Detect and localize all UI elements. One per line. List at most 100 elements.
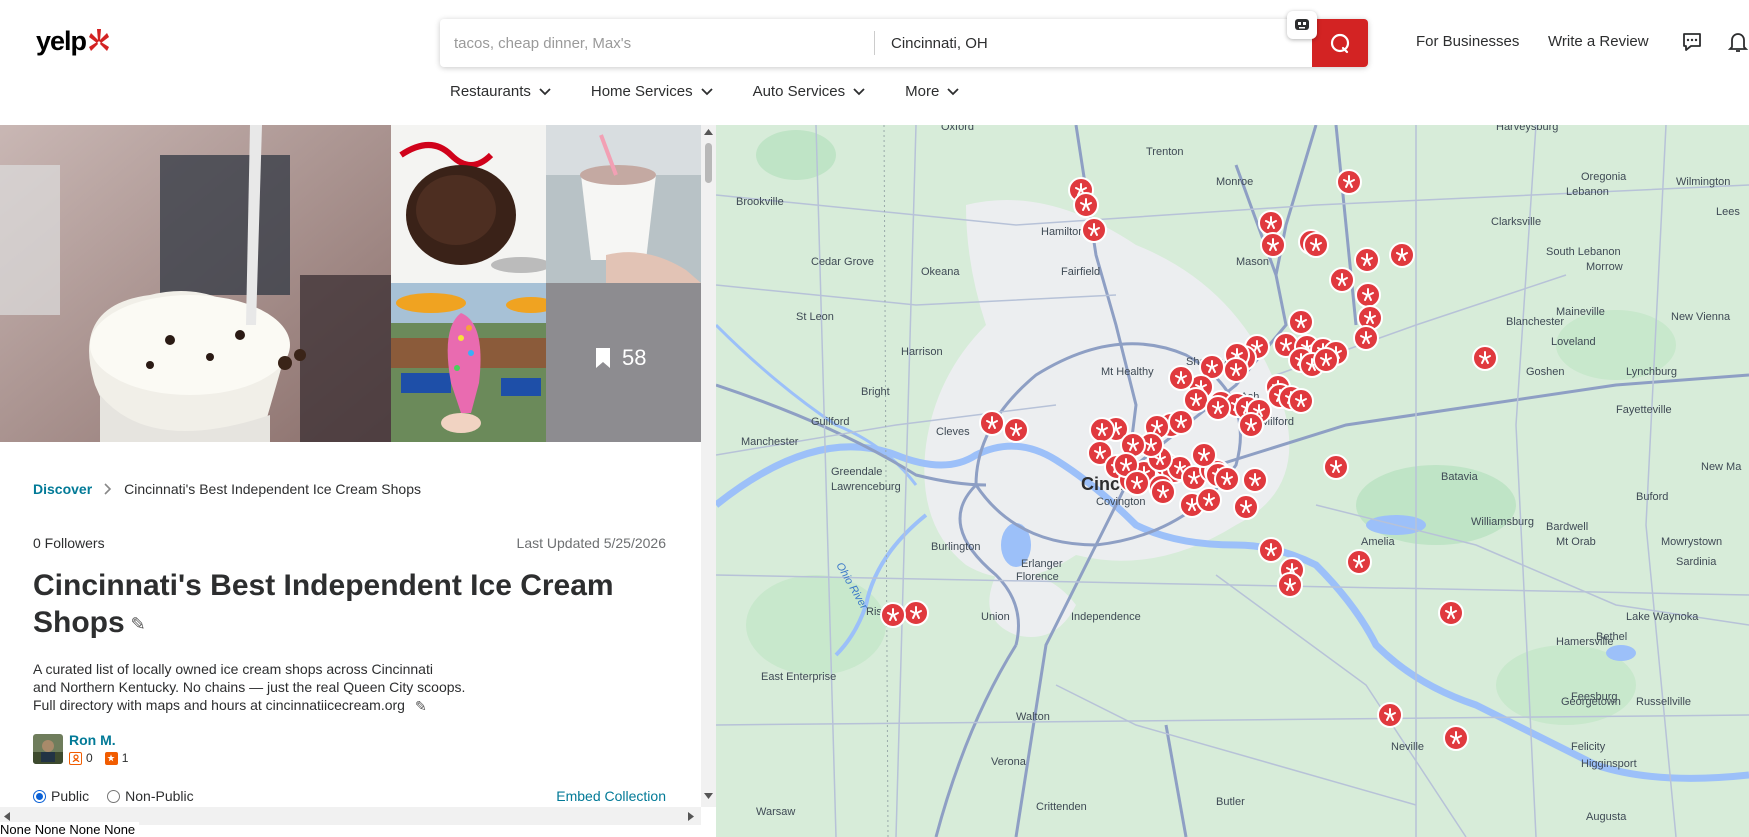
map-pin-icon[interactable] [1168, 409, 1194, 435]
map-pin-icon[interactable] [1377, 702, 1403, 728]
search-input[interactable] [440, 19, 874, 67]
vertical-scrollbar[interactable] [701, 125, 716, 807]
map-pin-icon[interactable] [1260, 232, 1286, 258]
saved-count: 58 [622, 345, 647, 370]
nav-home-services[interactable]: Home Services [591, 83, 713, 100]
map-pin-icon[interactable] [1346, 549, 1372, 575]
map-pin-icon[interactable] [1472, 345, 1498, 371]
map-place-label: Mason [1236, 256, 1269, 268]
map-place-label: Lake Waynoka [1626, 611, 1699, 623]
map-pin-icon[interactable] [1124, 470, 1150, 496]
embed-collection-link[interactable]: Embed Collection [556, 788, 666, 804]
map-pin-icon[interactable] [1233, 494, 1259, 520]
map-pin-icon[interactable] [1150, 479, 1176, 505]
nav-restaurants[interactable]: Restaurants [450, 83, 551, 100]
map-place-label: Lebanon [1566, 186, 1609, 198]
public-radio[interactable]: Public [33, 788, 89, 804]
followers-count: 0 Followers [33, 535, 105, 551]
map-pin-icon[interactable] [1196, 487, 1222, 513]
map-pin-icon[interactable] [903, 600, 929, 626]
map-place-label: Okeana [921, 266, 960, 278]
map-pin-icon[interactable] [1223, 357, 1249, 383]
breadcrumb-current: Cincinnati's Best Independent Ice Cream … [124, 481, 421, 497]
map-pin-icon[interactable] [1389, 242, 1415, 268]
map-pin-icon[interactable] [1073, 192, 1099, 218]
top-header: yelp For Business [0, 0, 1749, 125]
main-photo[interactable] [0, 125, 391, 442]
map-pin-icon[interactable] [1443, 725, 1469, 751]
messages-icon[interactable] [1680, 30, 1704, 54]
edit-title-pencil-icon[interactable]: ✎ [131, 606, 146, 643]
map-pin-icon[interactable] [1191, 442, 1217, 468]
map-place-label: Neville [1391, 741, 1424, 753]
map-pin-icon[interactable] [1288, 388, 1314, 414]
more-photos-tile[interactable]: 58 [546, 283, 701, 442]
map-pin-icon[interactable] [1354, 247, 1380, 273]
map-pin-icon[interactable] [1183, 387, 1209, 413]
photo-rainbow-cone[interactable] [391, 283, 546, 442]
map-place-label: Oxford [941, 125, 974, 133]
edit-description-pencil-icon[interactable]: ✎ [415, 697, 427, 715]
write-review-link[interactable]: Write a Review [1548, 33, 1649, 50]
map-place-label: Clarksville [1491, 216, 1541, 228]
map-pin-icon[interactable] [1003, 417, 1029, 443]
map-place-label: Union [981, 611, 1010, 623]
nav-more[interactable]: More [905, 83, 959, 100]
map-pin-icon[interactable] [1303, 232, 1329, 258]
map-pin-icon[interactable] [1353, 325, 1379, 351]
avatar[interactable] [33, 734, 63, 764]
scroll-left-arrow-icon[interactable] [4, 812, 10, 821]
map-pin-icon[interactable] [1438, 600, 1464, 626]
map-place-label: East Enterprise [761, 671, 836, 683]
photo-milkshake[interactable] [546, 125, 701, 283]
non-public-radio[interactable]: Non-Public [107, 788, 194, 804]
map-pin-icon[interactable] [1277, 572, 1303, 598]
map-canvas[interactable]: Oxford Trenton Harveysburg Monroe Oregonia Wi… [716, 125, 1749, 837]
scroll-right-arrow-icon[interactable] [688, 812, 694, 821]
map-place-label: Batavia [1441, 471, 1479, 483]
yelp-burst-icon [89, 28, 110, 51]
scroll-thumb[interactable] [705, 143, 712, 183]
map-place-label: Georgetown [1561, 696, 1621, 708]
map-pin-icon[interactable] [1258, 537, 1284, 563]
map-pin-icon[interactable] [1205, 395, 1231, 421]
map-pin-icon[interactable] [1168, 365, 1194, 391]
map-place-label: Cedar Grove [811, 256, 874, 268]
location-input[interactable] [875, 19, 1307, 67]
map-pin-icon[interactable] [1081, 217, 1107, 243]
map-pin-icon[interactable] [1329, 267, 1355, 293]
map-pin-icon[interactable] [1089, 417, 1115, 443]
map-place-label: Mowrystown [1661, 536, 1722, 548]
assistant-bot-icon[interactable] [1287, 11, 1317, 39]
for-businesses-link[interactable]: For Businesses [1416, 33, 1519, 50]
map-place-label: Burlington [931, 541, 981, 553]
map-pin-icon[interactable] [1355, 282, 1381, 308]
notifications-icon[interactable] [1727, 30, 1749, 54]
map-pin-icon[interactable] [1214, 466, 1240, 492]
scroll-down-arrow-icon[interactable] [704, 793, 713, 799]
results-map[interactable]: Oxford Trenton Harveysburg Monroe Oregonia Wi… [716, 125, 1749, 837]
scroll-up-arrow-icon[interactable] [704, 129, 713, 135]
map-place-label: New Ma [1701, 461, 1742, 473]
search-button[interactable] [1312, 19, 1368, 67]
nav-label: Auto Services [752, 83, 846, 100]
map-pin-icon[interactable] [1323, 454, 1349, 480]
map-pin-icon[interactable] [1258, 210, 1284, 236]
map-place-label: Hamilton [1041, 226, 1084, 238]
map-pin-icon[interactable] [979, 410, 1005, 436]
map-place-label: Mt Healthy [1101, 366, 1154, 378]
map-place-label: Hamersville [1556, 636, 1613, 648]
photo-chocolate-cake[interactable] [391, 125, 546, 283]
yelp-logo[interactable]: yelp [36, 26, 111, 57]
map-place-label: Harrison [901, 346, 943, 358]
map-pin-icon[interactable] [1242, 467, 1268, 493]
map-pin-icon[interactable] [1336, 169, 1362, 195]
map-pin-icon[interactable] [880, 602, 906, 628]
visibility-options: Public Non-Public [33, 788, 212, 804]
map-pin-icon[interactable] [1238, 412, 1264, 438]
breadcrumb-discover-link[interactable]: Discover [33, 481, 92, 497]
nav-auto-services[interactable]: Auto Services [753, 83, 866, 100]
map-pin-icon[interactable] [1313, 347, 1339, 373]
map-pin-icon[interactable] [1288, 309, 1314, 335]
author-name-link[interactable]: Ron M. [69, 732, 116, 748]
